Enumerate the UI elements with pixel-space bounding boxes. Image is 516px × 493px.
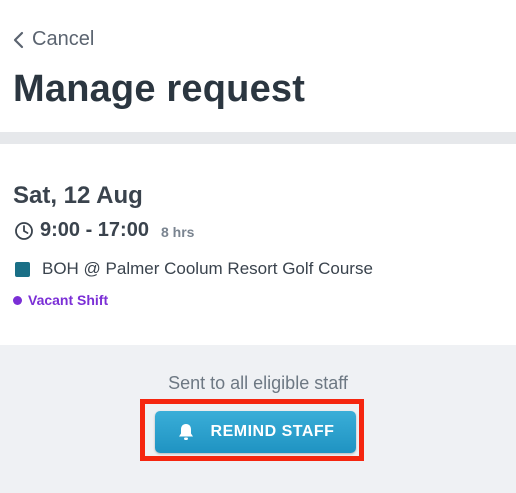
chevron-left-icon	[12, 30, 26, 50]
shift-location-row: BOH @ Palmer Coolum Resort Golf Course	[15, 259, 373, 279]
page-header: Cancel Manage request	[0, 0, 516, 132]
cancel-label: Cancel	[32, 28, 95, 50]
clock-icon	[14, 221, 34, 241]
shift-time: 9:00 - 17:00	[40, 219, 149, 241]
shift-date: Sat, 12 Aug	[13, 182, 143, 209]
shift-location: BOH @ Palmer Coolum Resort Golf Course	[42, 259, 373, 278]
shift-time-row: 9:00 - 17:00 8 hrs	[14, 219, 194, 242]
location-color-swatch	[15, 261, 30, 277]
status-label: Vacant Shift	[28, 292, 109, 308]
remind-staff-button[interactable]: REMIND STAFF	[155, 411, 356, 453]
action-footer: Sent to all eligible staff REMIND STAFF	[0, 345, 516, 493]
shift-card: Sat, 12 Aug 9:00 - 17:00 8 hrs BOH @ Pal…	[0, 144, 516, 345]
sent-status-text: Sent to all eligible staff	[168, 373, 348, 393]
remind-staff-label: REMIND STAFF	[210, 423, 335, 440]
page-title: Manage request	[13, 68, 306, 110]
shift-duration: 8 hrs	[160, 224, 195, 240]
shift-status: Vacant Shift	[13, 292, 108, 308]
cancel-button[interactable]: Cancel	[12, 28, 94, 51]
section-divider	[0, 132, 516, 144]
bell-icon	[177, 422, 195, 442]
status-dot	[13, 295, 22, 305]
